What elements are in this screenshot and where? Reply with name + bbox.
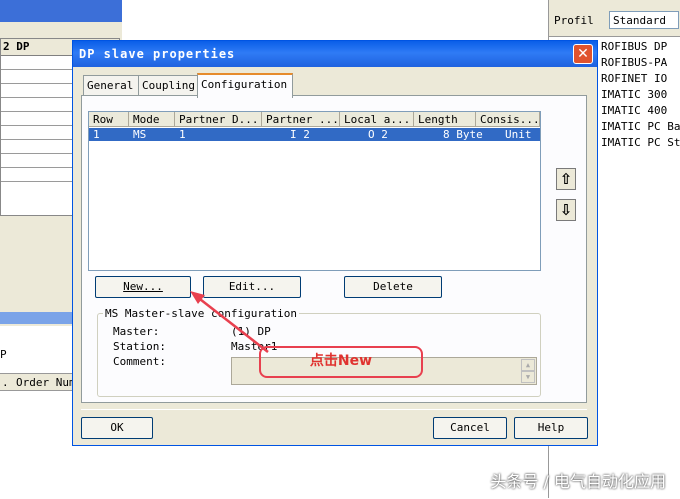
arrow-line: [195, 295, 269, 353]
watermark: 头条号 / 电气自动化应用: [490, 472, 666, 491]
annotation-callout: 点击New: [259, 346, 423, 378]
annotation-arrow: [190, 291, 269, 353]
tab-configuration[interactable]: Configuration: [197, 73, 293, 98]
